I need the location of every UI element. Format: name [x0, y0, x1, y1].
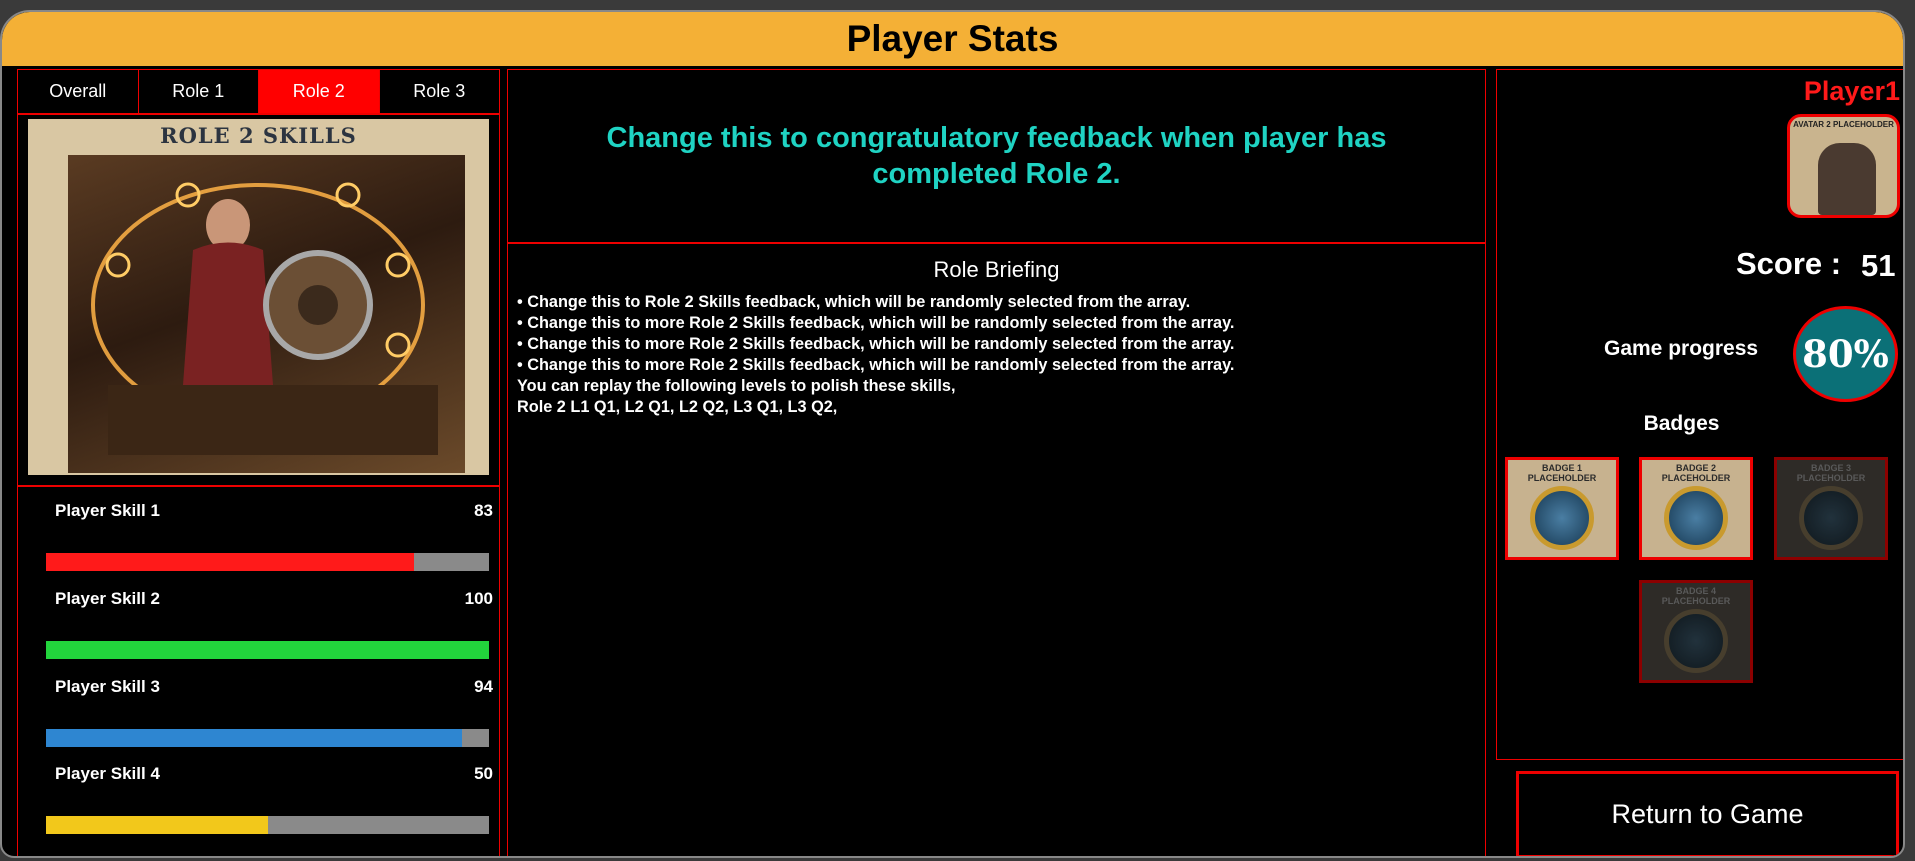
badge-caption: BADGE 3 PLACEHOLDER — [1796, 463, 1866, 483]
badge-2[interactable]: BADGE 2 PLACEHOLDER — [1639, 457, 1753, 560]
badge-3[interactable]: BADGE 3 PLACEHOLDER — [1774, 457, 1888, 560]
skill-row: Player Skill 2 100 — [18, 575, 499, 663]
briefing-line: Role 2 L1 Q1, L2 Q1, L2 Q2, L3 Q1, L3 Q2… — [517, 398, 838, 416]
skill-bar-fill — [46, 641, 489, 659]
feedback-panel: Change this to congratulatory feedback w… — [507, 69, 1486, 243]
briefing-title: Role Briefing — [933, 257, 1060, 282]
skill-bar — [46, 553, 489, 571]
skill-row: Player Skill 1 83 — [18, 487, 499, 575]
tab-role-1[interactable]: Role 1 — [138, 70, 259, 113]
role-image-heading: ROLE 2 SKILLS — [160, 123, 357, 148]
skill-value: 100 — [464, 589, 493, 608]
role-tabs: Overall Role 1 Role 2 Role 3 — [17, 69, 500, 114]
tab-overall[interactable]: Overall — [18, 70, 139, 113]
role-scene-illustration — [68, 155, 465, 473]
skill-name: Player Skill 1 — [55, 501, 160, 520]
avatar-figure-icon — [1818, 143, 1876, 215]
skill-row: Player Skill 3 94 — [18, 663, 499, 751]
skill-bar-fill — [46, 553, 414, 571]
skill-bar — [46, 641, 489, 659]
score-label: Score : — [1736, 246, 1842, 281]
role-image-panel: ROLE 2 SKILLS — [17, 114, 500, 486]
ship-wheel-icon — [1664, 486, 1728, 550]
player-stats-window: Player Stats Overall Role 1 Role 2 Role … — [0, 10, 1905, 858]
title-bar: Player Stats — [2, 12, 1903, 66]
brain-icon — [1799, 486, 1863, 550]
skill-value: 94 — [474, 677, 493, 696]
skill-bar-fill — [46, 816, 268, 834]
progress-label: Game progress — [1604, 337, 1759, 360]
briefing-line: • Change this to more Role 2 Skills feed… — [517, 356, 1235, 374]
return-to-game-button[interactable]: Return to Game — [1516, 771, 1899, 856]
badges-title: Badges — [1643, 412, 1720, 435]
warrior-illustration-icon — [91, 182, 438, 455]
player-name: Player1 — [1803, 76, 1900, 106]
briefing-list: • Change this to Role 2 Skills feedback,… — [517, 292, 1485, 418]
badge-caption: BADGE 4 PLACEHOLDER — [1661, 586, 1731, 606]
progress-value: 80% — [1802, 332, 1889, 376]
feedback-text: Change this to congratulatory feedback w… — [606, 122, 1387, 190]
skill-name: Player Skill 4 — [55, 764, 160, 783]
quill-book-icon — [1530, 486, 1594, 550]
role-briefing-panel: Role Briefing • Change this to Role 2 Sk… — [507, 243, 1486, 856]
tab-role-3[interactable]: Role 3 — [379, 70, 499, 113]
briefing-line: • Change this to Role 2 Skills feedback,… — [517, 293, 1191, 311]
gears-icon — [1664, 609, 1728, 673]
badge-4[interactable]: BADGE 4 PLACEHOLDER — [1639, 580, 1753, 683]
badges-heading: Badges — [1497, 412, 1903, 436]
skill-row: Player Skill 4 50 — [18, 750, 499, 838]
skill-bar-fill — [46, 729, 463, 747]
skill-name: Player Skill 3 — [55, 677, 160, 696]
briefing-line: • Change this to more Role 2 Skills feed… — [517, 335, 1235, 353]
briefing-line: You can replay the following levels to p… — [517, 377, 956, 395]
badge-1[interactable]: BADGE 1 PLACEHOLDER — [1505, 457, 1619, 560]
skill-name: Player Skill 2 — [55, 589, 160, 608]
skill-bar — [46, 816, 489, 834]
skill-bar — [46, 729, 489, 747]
badge-caption: BADGE 2 PLACEHOLDER — [1661, 463, 1731, 483]
badge-caption: BADGE 1 PLACEHOLDER — [1527, 463, 1597, 483]
skill-value: 50 — [474, 764, 493, 783]
avatar-caption: AVATAR 2 PLACEHOLDER — [1793, 120, 1894, 129]
avatar[interactable]: AVATAR 2 PLACEHOLDER — [1787, 114, 1900, 218]
score-value: 51 — [1861, 248, 1896, 283]
page-title: Player Stats — [846, 18, 1059, 59]
skill-value: 83 — [474, 501, 493, 520]
briefing-line: • Change this to more Role 2 Skills feed… — [517, 314, 1235, 332]
progress-indicator: 80% — [1793, 306, 1898, 402]
profile-panel: Player1 AVATAR 2 PLACEHOLDER Score : 51 … — [1496, 69, 1903, 760]
skills-panel: Player Skill 1 83 Player Skill 2 100 Pla… — [17, 486, 500, 856]
tab-role-2[interactable]: Role 2 — [259, 70, 380, 113]
role-skills-image: ROLE 2 SKILLS — [28, 119, 489, 475]
